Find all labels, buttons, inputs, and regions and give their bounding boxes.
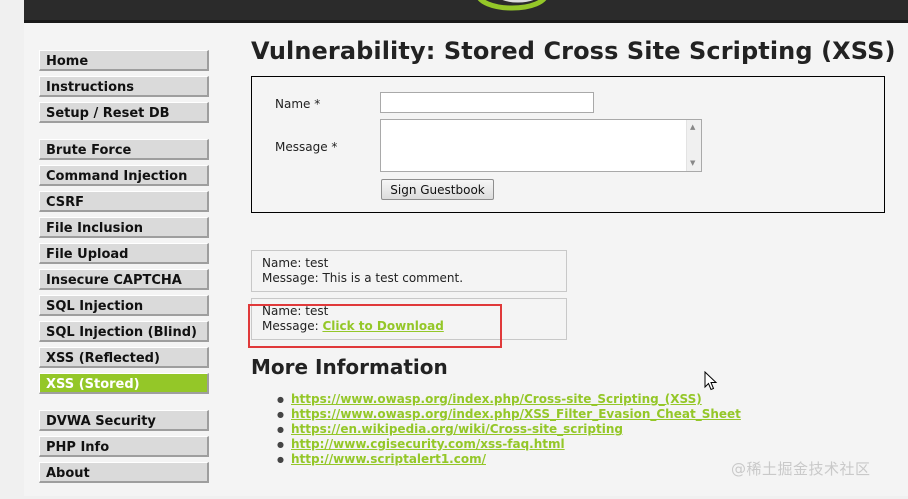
bullet-icon: ● xyxy=(277,455,284,464)
message-label: Message * xyxy=(275,140,338,154)
menu-item-about[interactable]: About xyxy=(39,462,209,483)
list-item: ● http://www.scriptalert1.com/ xyxy=(277,452,741,467)
page-title: Vulnerability: Stored Cross Site Scripti… xyxy=(251,37,896,65)
watermark-text: @稀土掘金技术社区 xyxy=(731,460,871,478)
entry-message: Message: This is a test comment. xyxy=(262,271,556,286)
guestbook-entry: Name: test Message: This is a test comme… xyxy=(251,250,567,292)
scriptalert1-link[interactable]: http://www.scriptalert1.com/ xyxy=(291,452,486,466)
sign-guestbook-button[interactable]: Sign Guestbook xyxy=(381,179,494,200)
menu-group-general: Home Instructions Setup / Reset DB xyxy=(39,50,209,123)
more-information-links: ● https://www.owasp.org/index.php/Cross-s… xyxy=(277,392,741,467)
menu-item-csrf[interactable]: CSRF xyxy=(39,191,209,212)
textarea-scrollbar[interactable]: ▲ ▼ xyxy=(686,120,701,171)
bullet-icon: ● xyxy=(277,425,284,434)
menu-item-php-info[interactable]: PHP Info xyxy=(39,436,209,457)
more-information-heading: More Information xyxy=(251,355,448,379)
menu-group-settings: DVWA Security PHP Info About xyxy=(39,410,209,483)
list-item: ● https://en.wikipedia.org/wiki/Cross-sit… xyxy=(277,422,741,437)
bullet-icon: ● xyxy=(277,410,284,419)
menu-item-dvwa-security[interactable]: DVWA Security xyxy=(39,410,209,431)
menu-item-xss-stored[interactable]: XSS (Stored) xyxy=(39,373,209,394)
entry-name: Name: test xyxy=(262,256,329,270)
list-item: ● https://www.owasp.org/index.php/Cross-s… xyxy=(277,392,741,407)
scroll-up-arrow-icon[interactable]: ▲ xyxy=(690,123,695,131)
bullet-icon: ● xyxy=(277,395,284,404)
message-textarea[interactable] xyxy=(380,119,702,172)
mouse-pointer-icon xyxy=(704,371,718,391)
menu-item-file-inclusion[interactable]: File Inclusion xyxy=(39,217,209,238)
dvwa-logo-icon xyxy=(477,0,547,11)
menu-group-vulnerabilities: Brute Force Command Injection CSRF File … xyxy=(39,139,209,394)
name-input[interactable] xyxy=(380,92,594,113)
menu-item-instructions[interactable]: Instructions xyxy=(39,76,209,97)
entry-message-text: This is a test comment. xyxy=(322,271,464,285)
menu-item-xss-reflected[interactable]: XSS (Reflected) xyxy=(39,347,209,368)
guestbook-form: Name * Message * ▲ ▼ Sign Guestbook xyxy=(251,76,885,213)
owasp-filter-evasion-link[interactable]: https://www.owasp.org/index.php/XSS_Filt… xyxy=(291,407,741,421)
wikipedia-xss-link[interactable]: https://en.wikipedia.org/wiki/Cross-site… xyxy=(291,422,623,436)
scroll-down-arrow-icon[interactable]: ▼ xyxy=(690,159,695,167)
sidebar-menu: Home Instructions Setup / Reset DB Brute… xyxy=(39,50,209,499)
menu-item-setup-reset-db[interactable]: Setup / Reset DB xyxy=(39,102,209,123)
menu-item-home[interactable]: Home xyxy=(39,50,209,71)
main-content: Vulnerability: Stored Cross Site Scripti… xyxy=(251,36,896,340)
red-highlight-annotation xyxy=(248,304,502,348)
cgisecurity-xss-faq-link[interactable]: http://www.cgisecurity.com/xss-faq.html xyxy=(291,437,565,451)
entry-message-prefix: Message: xyxy=(262,271,323,285)
owasp-xss-link[interactable]: https://www.owasp.org/index.php/Cross-si… xyxy=(291,392,702,406)
top-header xyxy=(24,0,908,23)
menu-item-insecure-captcha[interactable]: Insecure CAPTCHA xyxy=(39,269,209,290)
name-label: Name * xyxy=(275,97,321,111)
menu-item-command-injection[interactable]: Command Injection xyxy=(39,165,209,186)
menu-item-sql-injection-blind[interactable]: SQL Injection (Blind) xyxy=(39,321,209,342)
list-item: ● https://www.owasp.org/index.php/XSS_Fil… xyxy=(277,407,741,422)
menu-item-brute-force[interactable]: Brute Force xyxy=(39,139,209,160)
menu-item-file-upload[interactable]: File Upload xyxy=(39,243,209,264)
bullet-icon: ● xyxy=(277,440,284,449)
menu-item-sql-injection[interactable]: SQL Injection xyxy=(39,295,209,316)
list-item: ● http://www.cgisecurity.com/xss-faq.html xyxy=(277,437,741,452)
